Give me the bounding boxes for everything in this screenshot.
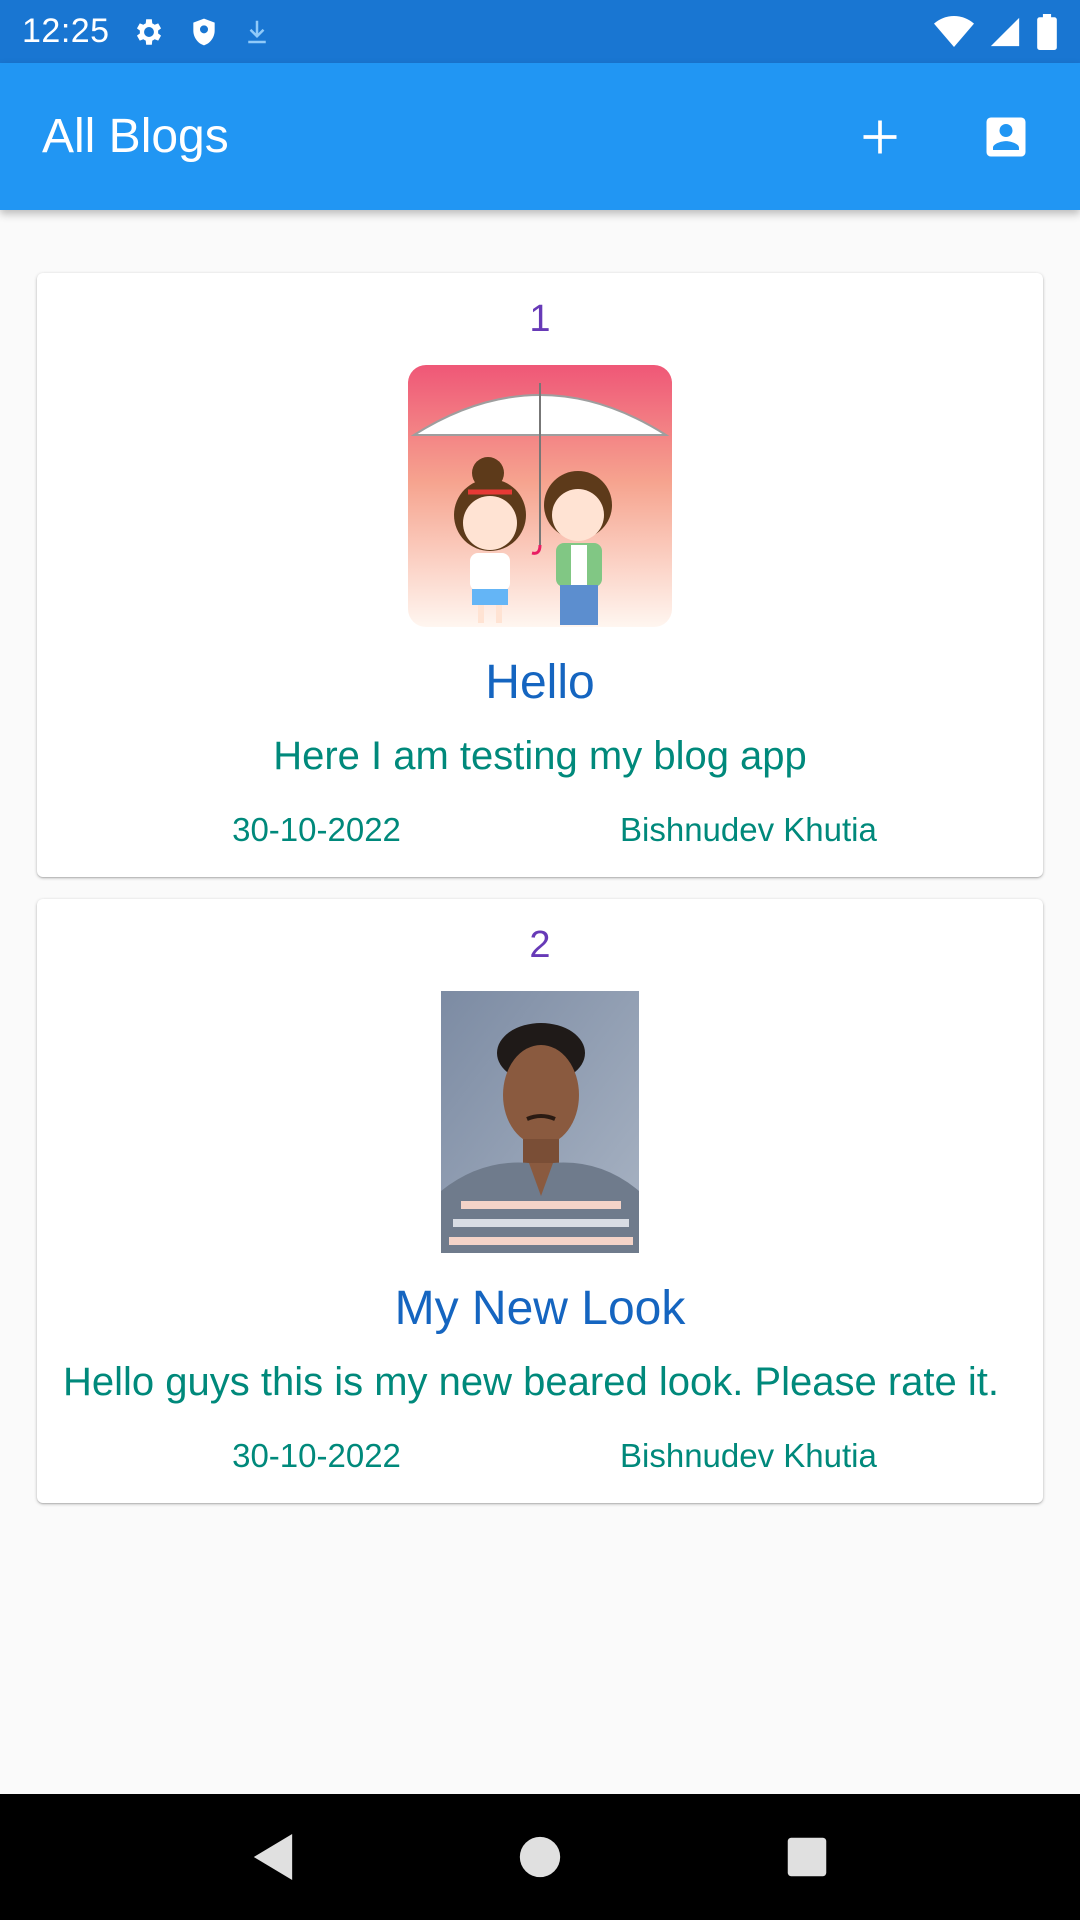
recents-icon xyxy=(787,1837,826,1877)
blog-number: 1 xyxy=(529,298,551,340)
settings-icon xyxy=(132,15,166,49)
blog-image xyxy=(441,991,639,1253)
blog-date: 30-10-2022 xyxy=(232,811,401,848)
profile-button[interactable] xyxy=(974,105,1038,169)
battery-icon xyxy=(1036,13,1058,50)
blog-title: Hello xyxy=(485,656,595,709)
blog-card[interactable]: 1 Hello Here I am testing my blog app 30… xyxy=(37,273,1043,877)
blog-meta: 30-10-2022 Bishnudev Khutia xyxy=(63,811,1017,849)
blog-body: Hello guys this is my new beared look. P… xyxy=(63,1360,999,1404)
wifi-icon xyxy=(934,15,974,49)
blog-card[interactable]: 2 My New Look Hello guys this is my new … xyxy=(37,899,1043,1503)
status-bar: 12:25 xyxy=(0,0,1080,63)
app-bar: All Blogs xyxy=(0,63,1080,210)
blog-date: 30-10-2022 xyxy=(232,1437,401,1474)
blog-title: My New Look xyxy=(394,1282,686,1335)
add-blog-button[interactable] xyxy=(848,105,912,169)
signal-icon xyxy=(988,15,1022,49)
page-title: All Blogs xyxy=(42,110,229,163)
back-icon xyxy=(254,1834,293,1880)
status-left: 12:25 xyxy=(22,12,272,51)
blog-author: Bishnudev Khutia xyxy=(620,1437,877,1474)
home-icon xyxy=(519,1836,561,1878)
blog-number: 2 xyxy=(529,924,551,966)
back-button[interactable] xyxy=(233,1817,313,1897)
system-nav-bar xyxy=(0,1794,1080,1920)
app-bar-actions xyxy=(848,105,1038,169)
blog-meta: 30-10-2022 Bishnudev Khutia xyxy=(63,1437,1017,1475)
recents-button[interactable] xyxy=(767,1817,847,1897)
download-icon xyxy=(242,15,272,49)
shield-icon xyxy=(188,15,220,49)
add-icon xyxy=(863,120,897,153)
blog-body: Here I am testing my blog app xyxy=(273,734,807,778)
account-box-icon xyxy=(986,117,1026,156)
status-time: 12:25 xyxy=(22,12,110,50)
status-right xyxy=(934,13,1058,50)
home-button[interactable] xyxy=(500,1817,580,1897)
blog-list: 1 Hello Here I am testing my blog app 30… xyxy=(37,273,1043,1525)
blog-image xyxy=(408,365,672,627)
blog-author: Bishnudev Khutia xyxy=(620,811,877,848)
